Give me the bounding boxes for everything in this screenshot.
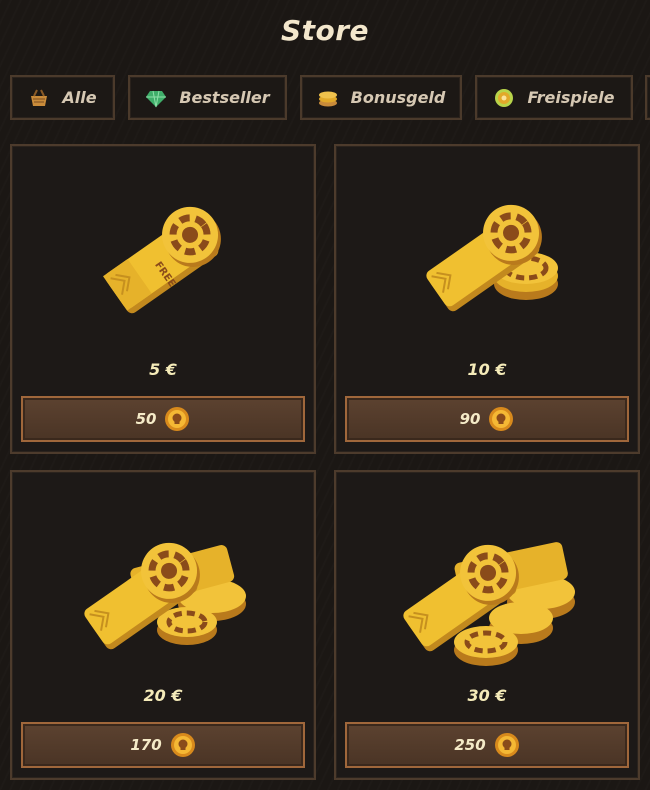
buy-cost: 50 bbox=[135, 410, 157, 428]
free-bet-tickets-large-pile-icon bbox=[403, 542, 575, 666]
tab-label: Bonusgeld bbox=[350, 88, 446, 107]
store-title: Store bbox=[280, 14, 370, 47]
product-card[interactable]: 20 € 170 bbox=[10, 470, 316, 780]
spin-icon bbox=[493, 87, 515, 109]
skull-coin-icon bbox=[494, 732, 520, 758]
tab-alle[interactable]: Alle bbox=[10, 75, 115, 120]
coins-stack-icon bbox=[317, 87, 339, 109]
free-bet-ticket-chips-icon bbox=[426, 204, 558, 312]
tab-label: Freispiele bbox=[527, 88, 615, 107]
tab-more[interactable] bbox=[645, 75, 650, 120]
product-price: 20 € bbox=[143, 686, 183, 705]
product-price: 30 € bbox=[467, 686, 507, 705]
basket-icon bbox=[28, 87, 50, 109]
skull-coin-icon bbox=[488, 406, 514, 432]
category-tabs: Alle Bestseller Bonusgeld Freispiele bbox=[10, 74, 650, 122]
buy-button[interactable]: 170 bbox=[21, 722, 305, 768]
free-bet-tickets-pile-icon bbox=[84, 542, 246, 650]
buy-button[interactable]: 50 bbox=[21, 396, 305, 442]
buy-cost: 170 bbox=[130, 736, 162, 754]
skull-coin-icon bbox=[170, 732, 196, 758]
free-bet-ticket-icon: FREE bbox=[103, 206, 221, 314]
buy-button[interactable]: 250 bbox=[345, 722, 629, 768]
buy-cost: 90 bbox=[459, 410, 481, 428]
buy-cost: 250 bbox=[454, 736, 486, 754]
product-price: 10 € bbox=[467, 360, 507, 379]
tab-label: Alle bbox=[62, 88, 97, 107]
product-card[interactable]: FREE 5 € 50 bbox=[10, 144, 316, 454]
tab-label: Bestseller bbox=[179, 88, 270, 107]
product-card[interactable]: 30 € 250 bbox=[334, 470, 640, 780]
gem-icon bbox=[145, 87, 167, 109]
tab-bestseller[interactable]: Bestseller bbox=[128, 75, 287, 120]
product-card[interactable]: 10 € 90 bbox=[334, 144, 640, 454]
skull-coin-icon bbox=[164, 406, 190, 432]
buy-button[interactable]: 90 bbox=[345, 396, 629, 442]
tab-bonusgeld[interactable]: Bonusgeld bbox=[300, 75, 462, 120]
tab-freispiele[interactable]: Freispiele bbox=[475, 75, 633, 120]
product-price: 5 € bbox=[149, 360, 177, 379]
